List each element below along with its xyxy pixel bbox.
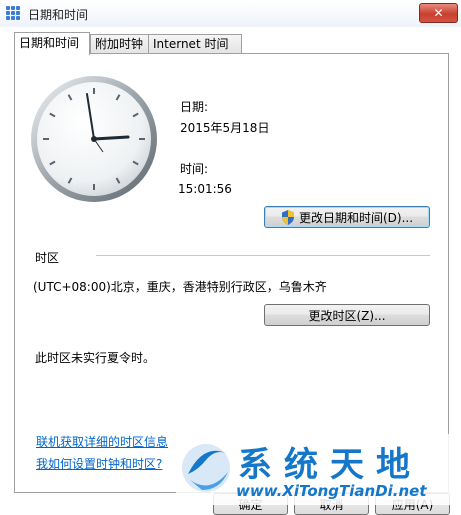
- hour-hand: [92, 135, 130, 141]
- date-label: 日期:: [180, 100, 209, 114]
- window-title: 日期和时间: [28, 8, 89, 22]
- dst-note: 此时区未实行夏令时。: [35, 351, 156, 365]
- date-value: 2015年5月18日: [180, 121, 270, 135]
- online-timezone-info-link[interactable]: 联机获取详细的时区信息: [36, 433, 168, 450]
- tab-internet-time[interactable]: Internet 时间: [148, 34, 242, 53]
- time-label: 时间:: [180, 162, 209, 176]
- watermark-url: www.XiTongTianDi.net: [236, 482, 427, 500]
- timezone-section-label: 时区: [35, 251, 60, 265]
- change-date-time-label: 更改日期和时间(D)...: [298, 210, 414, 225]
- timezone-value: (UTC+08:00)北京，重庆，香港特别行政区，乌鲁木齐: [33, 280, 327, 294]
- time-value: 15:01:56: [178, 182, 232, 196]
- close-icon: ✕: [433, 6, 444, 20]
- tab-additional-clocks[interactable]: 附加时钟: [90, 34, 149, 53]
- title-bar: 日期和时间 ✕: [0, 0, 461, 27]
- calendar-icon: [6, 6, 20, 20]
- watermark-text: 系统天地: [238, 445, 422, 485]
- analog-clock: [31, 76, 157, 202]
- uac-shield-icon: [281, 209, 294, 225]
- change-timezone-button[interactable]: 更改时区(Z)...: [264, 304, 430, 326]
- how-to-set-clock-link[interactable]: 我如何设置时钟和时区?: [36, 455, 162, 472]
- timezone-divider: [96, 255, 430, 256]
- tab-date-time[interactable]: 日期和时间: [14, 32, 90, 55]
- change-date-time-button[interactable]: 更改日期和时间(D)...: [264, 206, 430, 228]
- close-button[interactable]: ✕: [419, 3, 458, 23]
